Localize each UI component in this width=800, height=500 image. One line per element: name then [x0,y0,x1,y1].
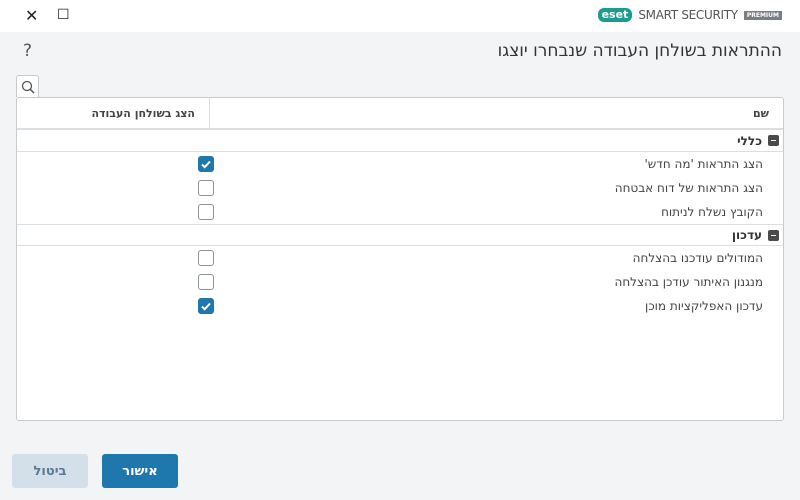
maximize-button[interactable]: ☐ [57,7,70,23]
table-row: הקובץ נשלח לניתוח [17,200,783,224]
notification-label: המודולים עודכנו בהצלחה [632,251,763,265]
show-desktop-checkbox[interactable] [198,250,214,266]
close-button[interactable]: ✕ [25,6,38,25]
table-row: הצג התראות של דוח אבטחה [17,176,783,200]
notification-label: הקובץ נשלח לניתוח [661,205,763,219]
collapse-icon[interactable] [768,135,779,146]
show-desktop-checkbox[interactable] [198,204,214,220]
group-row[interactable]: כללי [17,130,783,152]
notification-label: הצג התראות של דוח אבטחה [614,181,763,195]
edition-badge: PREMIUM [743,10,782,20]
group-label: עדכון [731,228,762,242]
column-header-show-desktop[interactable]: הצג בשולחן העבודה [17,98,209,128]
show-desktop-checkbox[interactable] [198,180,214,196]
column-header-name[interactable]: שם [209,98,783,128]
show-desktop-checkbox[interactable] [198,156,214,172]
notification-label: עדכון האפליקציות מוכן [645,299,763,313]
show-desktop-checkbox[interactable] [198,298,214,314]
group-row[interactable]: עדכון [17,224,783,246]
table-row: הצג התראות 'מה חדש' [17,152,783,176]
product-name: SMART SECURITY [638,8,738,22]
eset-logo: eset [597,8,633,22]
help-button[interactable]: ? [23,41,32,61]
notifications-table: שם הצג בשולחן העבודה כללי הצג התראות 'מה … [16,97,784,421]
collapse-icon[interactable] [768,229,779,241]
notification-label: הצג התראות 'מה חדש' [644,157,763,171]
table-row: המודולים עודכנו בהצלחה [17,246,783,270]
page-title: ההתראות בשולחן העבודה שנבחרו יוצגו [497,41,782,61]
table-row: מנגנון האיתור עודכן בהצלחה [17,270,783,294]
search-button[interactable] [16,75,39,97]
show-desktop-checkbox[interactable] [198,274,214,290]
checkmark-icon [201,302,211,311]
cancel-button[interactable]: ביטול [12,454,88,488]
table-header: שם הצג בשולחן העבודה [17,98,783,130]
title-bar: ✕ ☐ eset SMART SECURITY PREMIUM [0,0,800,32]
search-icon [21,80,35,94]
checkmark-icon [201,160,211,169]
notification-label: מנגנון האיתור עודכן בהצלחה [614,275,763,289]
ok-button[interactable]: אישור [102,454,178,488]
group-label: כללי [737,133,762,148]
table-row: עדכון האפליקציות מוכן [17,294,783,318]
brand-logo: eset SMART SECURITY PREMIUM [597,8,782,22]
